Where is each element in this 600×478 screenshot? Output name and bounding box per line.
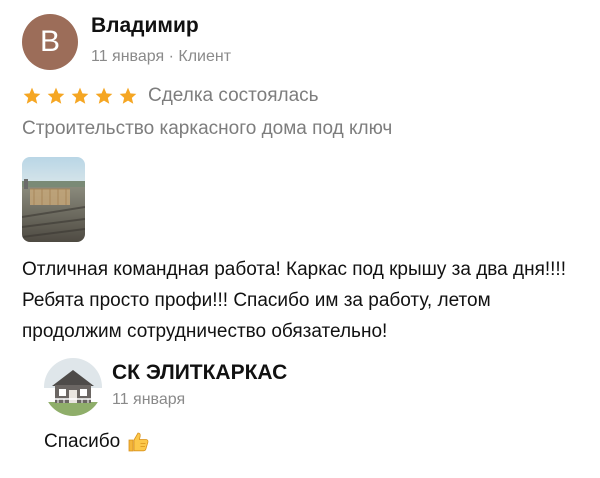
- company-name[interactable]: СК ЭЛИТКАРКАС: [112, 361, 287, 385]
- author-avatar[interactable]: В: [22, 14, 78, 70]
- star-icon: [95, 87, 113, 104]
- star-rating: [22, 86, 138, 106]
- rating-row: Сделка состоялась: [22, 85, 319, 107]
- star-icon: [71, 87, 89, 104]
- star-icon: [47, 87, 65, 104]
- review-text: Отличная командная работа! Каркас под кр…: [22, 259, 566, 342]
- star-icon: [23, 87, 41, 104]
- service-name: Строительство каркасного дома под ключ: [22, 118, 393, 139]
- response-date: 11 января: [112, 391, 186, 408]
- author-name[interactable]: Владимир: [91, 14, 199, 38]
- company-avatar[interactable]: [44, 358, 102, 416]
- review-meta: 11 января · Клиент: [91, 48, 232, 65]
- deal-status: Сделка состоялась: [148, 85, 319, 106]
- thumbs-up-icon: [128, 432, 149, 452]
- star-icon: [119, 87, 137, 104]
- reply-text: Спасибо: [44, 431, 121, 452]
- company-reply: Спасибо: [44, 430, 150, 454]
- review-photo[interactable]: [22, 157, 85, 242]
